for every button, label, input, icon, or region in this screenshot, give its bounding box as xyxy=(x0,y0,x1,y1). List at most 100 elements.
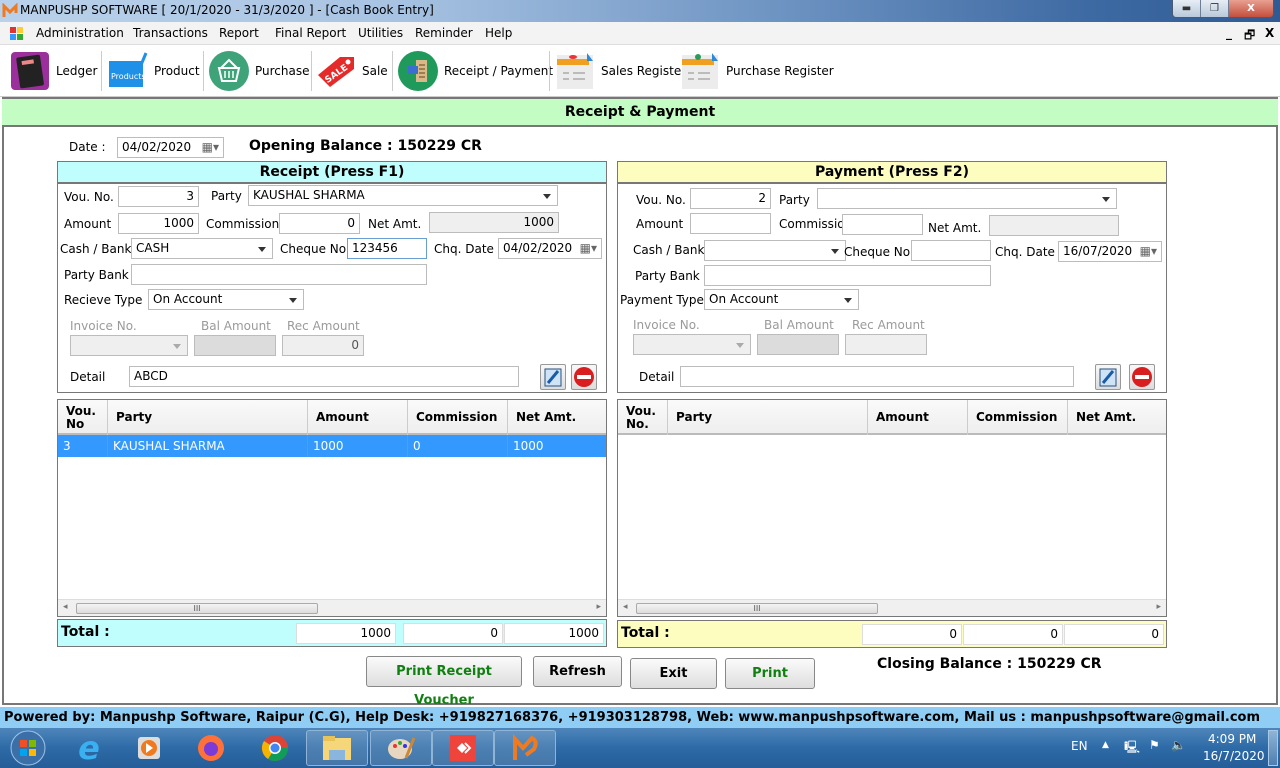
mdi-restore-button[interactable]: 🗗 xyxy=(1244,26,1255,47)
payment-total-bar: Total : 0 0 0 xyxy=(617,620,1167,648)
col-party[interactable]: Party xyxy=(108,400,308,435)
toolbar-sale-button[interactable]: SALE Sale xyxy=(316,49,388,93)
clock-time[interactable]: 4:09 PM xyxy=(1208,732,1256,746)
col-net-amt[interactable]: Net Amt. xyxy=(508,400,608,435)
menu-transactions[interactable]: Transactions xyxy=(133,26,208,40)
taskbar-manpushp[interactable] xyxy=(494,730,556,766)
mdi-close-button[interactable]: X xyxy=(1265,26,1274,40)
payment-grid-hscrollbar[interactable]: ◂ III ▸ xyxy=(618,599,1166,616)
receipt-cheque-no-field[interactable]: 123456 xyxy=(347,238,427,259)
scroll-right-arrow[interactable]: ▸ xyxy=(1156,602,1161,612)
col-vou-no[interactable]: Vou. No xyxy=(58,400,108,435)
toolbar-sales-register-button[interactable]: Sales Register xyxy=(555,49,686,93)
toolbar-separator xyxy=(311,51,312,91)
payment-edit-button[interactable] xyxy=(1095,364,1121,390)
menu-utilities[interactable]: Utilities xyxy=(358,26,403,40)
date-picker[interactable]: 04/02/2020 xyxy=(117,137,224,158)
receipt-cash-bank-dropdown[interactable]: CASH xyxy=(131,238,273,259)
refresh-button[interactable]: Refresh xyxy=(533,656,622,687)
payment-commission-field[interactable] xyxy=(842,214,923,235)
menu-report[interactable]: Report xyxy=(219,26,259,40)
closing-balance: Closing Balance : 150229 CR xyxy=(877,656,1102,672)
payment-vou-no-field[interactable]: 2 xyxy=(690,188,771,209)
col-party[interactable]: Party xyxy=(668,400,868,435)
receipt-edit-button[interactable] xyxy=(540,364,566,390)
menu-help[interactable]: Help xyxy=(485,26,512,40)
payment-chq-date-label: Chq. Date xyxy=(995,245,1055,259)
exit-button[interactable]: Exit xyxy=(630,658,717,689)
payment-amount-field[interactable] xyxy=(690,213,771,234)
basket-icon xyxy=(209,51,249,91)
taskbar-file-explorer[interactable] xyxy=(306,730,368,766)
col-vou-no[interactable]: Vou. No. xyxy=(618,400,668,435)
products-icon: Products xyxy=(109,52,148,87)
taskbar-chrome[interactable] xyxy=(244,730,306,766)
receipt-grid-hscrollbar[interactable]: ◂ III ▸ xyxy=(58,599,606,616)
toolbar-purchase-button[interactable]: Purchase xyxy=(209,49,310,93)
payment-type-dropdown[interactable]: On Account xyxy=(704,289,859,310)
start-button[interactable] xyxy=(0,730,56,766)
show-desktop-button[interactable] xyxy=(1268,730,1278,766)
network-icon[interactable]: 🖳 xyxy=(1124,738,1140,759)
menu-reminder[interactable]: Reminder xyxy=(415,26,473,40)
minimize-button[interactable]: ▬ xyxy=(1173,0,1201,17)
restore-button[interactable]: ❐ xyxy=(1201,0,1229,17)
receipt-rec-amount-label: Rec Amount xyxy=(287,319,360,333)
payment-party-dropdown[interactable] xyxy=(817,188,1117,209)
payment-cash-bank-dropdown[interactable] xyxy=(704,240,846,261)
toolbar-purchase-register-button[interactable]: Purchase Register xyxy=(680,49,834,93)
col-net-amt[interactable]: Net Amt. xyxy=(1068,400,1168,435)
table-row[interactable]: 3 KAUSHAL SHARMA 1000 0 1000 xyxy=(58,435,606,457)
clock-date[interactable]: 16/7/2020 xyxy=(1203,749,1265,763)
receipt-party-dropdown[interactable]: KAUSHAL SHARMA xyxy=(248,185,558,206)
col-amount[interactable]: Amount xyxy=(868,400,968,435)
receipt-amount-field[interactable]: 1000 xyxy=(118,213,199,234)
taskbar-firefox[interactable] xyxy=(180,730,242,766)
menu-administration[interactable]: Administration xyxy=(36,26,124,40)
media-player-icon xyxy=(138,737,160,759)
receipt-chq-date-picker[interactable]: 04/02/2020 xyxy=(498,238,602,259)
print-button[interactable]: Print xyxy=(725,658,815,689)
receipt-delete-button[interactable] xyxy=(571,364,597,390)
receipt-type-dropdown[interactable]: On Account xyxy=(148,289,304,310)
language-indicator[interactable]: EN xyxy=(1071,739,1088,753)
scroll-left-arrow[interactable]: ◂ xyxy=(623,602,628,612)
volume-icon[interactable]: 🔈 xyxy=(1171,738,1186,752)
toolbar-ledger-button[interactable]: Ledger xyxy=(10,49,97,93)
print-receipt-voucher-button[interactable]: Print Receipt Voucher xyxy=(366,656,522,708)
receipt-commission-field[interactable]: 0 xyxy=(279,213,360,234)
toolbar-product-button[interactable]: Products Product xyxy=(108,49,200,93)
taskbar-anydesk[interactable] xyxy=(432,730,494,766)
receipt-vou-no-field[interactable]: 3 xyxy=(118,186,199,207)
payment-party-bank-field[interactable] xyxy=(704,265,991,286)
close-button[interactable]: X xyxy=(1229,0,1273,17)
receipt-cash-bank-label: Cash / Bank xyxy=(60,242,132,256)
payment-detail-field[interactable] xyxy=(680,366,1074,387)
toolbar-separator xyxy=(101,51,102,91)
payment-chq-date-picker[interactable]: 16/07/2020 xyxy=(1058,241,1162,262)
mdi-minimize-button[interactable]: _ xyxy=(1226,26,1232,40)
taskbar-media-player[interactable] xyxy=(118,730,180,766)
receipt-party-bank-field[interactable] xyxy=(131,264,427,285)
col-commission[interactable]: Commission xyxy=(408,400,508,435)
scroll-thumb[interactable]: III xyxy=(76,603,318,614)
folder-icon xyxy=(323,736,351,760)
payment-delete-button[interactable] xyxy=(1129,364,1155,390)
toolbar-receipt-payment-button[interactable]: Receipt / Payment xyxy=(398,49,553,93)
action-center-flag-icon[interactable]: ⚑ xyxy=(1149,738,1160,752)
scroll-right-arrow[interactable]: ▸ xyxy=(596,602,601,612)
receipt-payment-icon xyxy=(398,51,438,91)
taskbar-paint[interactable] xyxy=(370,730,432,766)
mdi-app-icon xyxy=(10,27,23,40)
taskbar-ie[interactable]: e xyxy=(58,729,120,767)
col-amount[interactable]: Amount xyxy=(308,400,408,435)
scroll-thumb[interactable]: III xyxy=(636,603,878,614)
toolbar-sales-register-label: Sales Register xyxy=(601,64,687,78)
col-commission[interactable]: Commission xyxy=(968,400,1068,435)
receipt-detail-field[interactable]: ABCD xyxy=(129,366,519,387)
scroll-left-arrow[interactable]: ◂ xyxy=(63,602,68,612)
menu-final-report[interactable]: Final Report xyxy=(275,26,346,40)
no-entry-delete-icon xyxy=(1132,367,1152,387)
payment-cheque-no-field[interactable] xyxy=(911,240,991,261)
show-hidden-icons[interactable]: ▲ xyxy=(1102,740,1109,750)
